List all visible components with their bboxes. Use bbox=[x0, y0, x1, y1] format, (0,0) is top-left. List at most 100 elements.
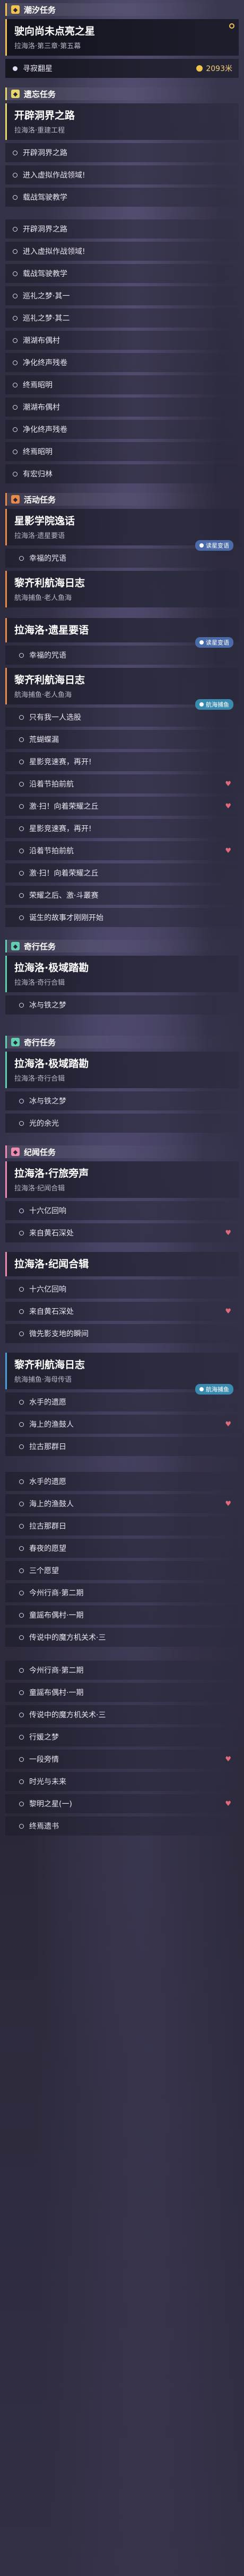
step-label: 幸福的咒语 bbox=[29, 651, 66, 660]
quest-card[interactable]: 黎齐利航海日志 航海捕鱼·老人鱼海 航海捕鱼 bbox=[5, 668, 239, 710]
quest-card[interactable]: 开辟洞界之路 拉海洛·重建工程 bbox=[5, 103, 239, 140]
step-label: 水手的遗愿 bbox=[29, 1478, 66, 1486]
quest-step[interactable]: 微先影支地的瞬间 bbox=[5, 1324, 239, 1343]
section-header[interactable]: ◆ 活动任务 bbox=[5, 493, 239, 506]
step-bullet-icon bbox=[19, 1690, 24, 1695]
quest-step[interactable]: 载战驾驶教学 bbox=[5, 188, 239, 207]
step-bullet-icon bbox=[13, 360, 18, 365]
section-header[interactable]: ◆ 奇行任务 bbox=[5, 940, 239, 952]
quest-step[interactable]: 只有我一人选股 bbox=[5, 708, 239, 727]
quest-step[interactable]: 潮湖布偶村 bbox=[5, 331, 239, 350]
quest-tag-badge: 读星变语 bbox=[195, 540, 233, 551]
quest-step[interactable]: 行媛之梦 bbox=[5, 1727, 239, 1746]
quest-step[interactable]: 春夜的愿望 bbox=[5, 1539, 239, 1558]
step-bullet-icon bbox=[19, 870, 24, 876]
tracked-pin-icon bbox=[229, 23, 234, 29]
quest-card[interactable]: 驶向尚未点亮之星 拉海洛·第三章·第五幕 bbox=[5, 19, 239, 56]
step-bullet-icon bbox=[19, 652, 24, 658]
quest-step[interactable]: 传说中的魔方机关术·三 bbox=[5, 1628, 239, 1647]
quest-step[interactable]: 今州行商·第二期 bbox=[5, 1661, 239, 1680]
quest-step[interactable]: 冰与铁之梦 bbox=[5, 1091, 239, 1110]
quest-step[interactable]: 水手的遗愿 bbox=[5, 1392, 239, 1411]
quest-step[interactable]: 拉古那群日 bbox=[5, 1516, 239, 1536]
step-label: 荒蝴蝶漏 bbox=[29, 736, 59, 744]
quest-card[interactable]: 拉海洛·行旅旁声 拉海洛·纪闻合辑 bbox=[5, 1161, 239, 1198]
quest-step[interactable]: 激·扫！向着荣耀之丘 bbox=[5, 863, 239, 883]
quest-step[interactable]: 终焉遗书 bbox=[5, 1816, 239, 1836]
quest-step[interactable]: 净化终声残卷 bbox=[5, 353, 239, 372]
quest-card[interactable]: 拉海洛·极域踏勘 拉海洛·奇行合辑 bbox=[5, 1052, 239, 1088]
quest-step[interactable]: 进入虚拟作战领域! bbox=[5, 165, 239, 184]
section-header[interactable]: ◆ 遗忘任务 bbox=[5, 87, 239, 100]
quest-title: 黎齐利航海日志 bbox=[14, 674, 85, 686]
quest-step[interactable]: 今州行商·第二期 bbox=[5, 1583, 239, 1602]
quest-step[interactable]: 来自黄石深处 ♥ bbox=[5, 1223, 239, 1242]
quest-step[interactable]: 拉古那群日 bbox=[5, 1437, 239, 1456]
quest-step[interactable]: 传说中的魔方机关术·三 bbox=[5, 1705, 239, 1724]
section-header[interactable]: ◆ 潮汐任务 bbox=[5, 3, 239, 16]
quest-step[interactable]: 十六亿回响 bbox=[5, 1201, 239, 1220]
step-bullet-icon bbox=[13, 449, 18, 454]
quest-card[interactable]: 黎齐利航海日志 航海捕鱼·海母传语 航海捕鱼 bbox=[5, 1353, 239, 1395]
tag-label: 航海捕鱼 bbox=[206, 1386, 229, 1393]
quest-step[interactable]: 终焉昭明 bbox=[5, 375, 239, 394]
quest-step[interactable]: 潮湖布偶村 bbox=[5, 398, 239, 417]
quest-step[interactable]: 星影竞速赛，再开! bbox=[5, 819, 239, 838]
quest-section: 拉海洛·纪闻合辑十六亿回响来自黄石深处 ♥ 微先影支地的瞬间 bbox=[5, 1252, 239, 1343]
quest-step[interactable]: 沿着节拍前航 ♥ bbox=[5, 774, 239, 793]
quest-step[interactable]: 冰与铁之梦 bbox=[5, 995, 239, 1014]
quest-card[interactable]: 拉海洛·遗星要语 读星变语 bbox=[5, 618, 239, 648]
quest-title: 开辟洞界之路 bbox=[14, 110, 75, 121]
quest-step[interactable]: 海上的渔鼓人 ♥ bbox=[5, 1494, 239, 1513]
section-header[interactable]: ◆ 奇行任务 bbox=[5, 1036, 239, 1048]
step-bullet-icon bbox=[19, 1501, 24, 1506]
quest-step[interactable]: 水手的遗愿 bbox=[5, 1472, 239, 1491]
quest-card[interactable]: 拉海洛·纪闻合辑 bbox=[5, 1252, 239, 1276]
quest-step[interactable]: 幸福的咒语 bbox=[5, 646, 239, 665]
quest-step[interactable]: 时光与未来 bbox=[5, 1772, 239, 1791]
quest-section: ◆ 纪闻任务拉海洛·行旅旁声 拉海洛·纪闻合辑十六亿回响来自黄石深处 ♥ bbox=[5, 1145, 239, 1242]
quest-step[interactable]: 有宏归林 bbox=[5, 464, 239, 483]
quest-step[interactable]: 星影竞速赛，再开! bbox=[5, 752, 239, 771]
step-label: 来自黄石深处 bbox=[29, 1308, 74, 1316]
quest-step[interactable]: 童謡布偶村·一期 bbox=[5, 1683, 239, 1702]
quest-step[interactable]: 黎明之星(一) ♥ bbox=[5, 1794, 239, 1813]
quest-title: 星影学院逸话 bbox=[14, 515, 75, 527]
quest-step[interactable]: 荒蝴蝶漏 bbox=[5, 730, 239, 749]
quest-step[interactable]: 十六亿回响 bbox=[5, 1280, 239, 1299]
step-bullet-icon bbox=[13, 293, 18, 298]
quest-step[interactable]: 来自黄石深处 ♥ bbox=[5, 1302, 239, 1321]
quest-card[interactable]: 星影学院逸话 拉海洛·遗星要语 读星变语 bbox=[5, 509, 239, 551]
quest-step[interactable]: 载战驾驶教学 bbox=[5, 264, 239, 283]
quest-step[interactable]: 寻寂翻星 2093米 bbox=[5, 59, 239, 78]
favorite-icon: ♥ bbox=[225, 1799, 231, 1808]
quest-step[interactable]: 巡礼之梦·其一 bbox=[5, 286, 239, 305]
quest-step[interactable]: 净化终声残卷 bbox=[5, 420, 239, 439]
quest-step[interactable]: 童謡布偶村·一期 bbox=[5, 1605, 239, 1625]
section-header[interactable]: ◆ 纪闻任务 bbox=[5, 1145, 239, 1158]
quest-card[interactable]: 拉海洛·极域踏勘 拉海洛·奇行合辑 bbox=[5, 956, 239, 992]
quest-step[interactable]: 幸福的咒语 bbox=[5, 549, 239, 568]
quest-step[interactable]: 一段旁情 ♥ bbox=[5, 1750, 239, 1769]
quest-step[interactable]: 沿着节拍前航 ♥ bbox=[5, 841, 239, 860]
quest-step[interactable]: 三个愿望 bbox=[5, 1561, 239, 1580]
step-label: 激·扫！向着荣耀之丘 bbox=[29, 869, 99, 878]
quest-step[interactable]: 开辟洞界之路 bbox=[5, 143, 239, 162]
quest-step[interactable]: 进入虚拟作战领域! bbox=[5, 242, 239, 261]
quest-step[interactable]: 开辟洞界之路 bbox=[5, 219, 239, 239]
step-label: 载战驾驶教学 bbox=[23, 270, 67, 278]
step-label: 三个愿望 bbox=[29, 1567, 59, 1575]
quest-card[interactable]: 黎齐利航海日志 航海捕鱼·老人鱼海 bbox=[5, 571, 239, 607]
step-label: 进入虚拟作战领域! bbox=[23, 248, 85, 256]
quest-title: 黎齐利航海日志 bbox=[14, 1359, 85, 1371]
quest-step[interactable]: 激·扫！向着荣耀之丘 ♥ bbox=[5, 797, 239, 816]
quest-step[interactable]: 巡礼之梦·其二 bbox=[5, 308, 239, 328]
quest-step[interactable]: 光的余光 bbox=[5, 1114, 239, 1133]
step-label: 净化终声残卷 bbox=[23, 426, 67, 434]
tag-dot-icon bbox=[199, 702, 204, 707]
quest-step[interactable]: 终焉昭明 bbox=[5, 442, 239, 461]
quest-step[interactable]: 诞生的故事才刚刚开始 bbox=[5, 908, 239, 927]
quest-section: ◆ 奇行任务拉海洛·极域踏勘 拉海洛·奇行合辑冰与铁之梦 bbox=[5, 940, 239, 1014]
quest-step[interactable]: 海上的渔鼓人 ♥ bbox=[5, 1415, 239, 1434]
quest-step[interactable]: 荣耀之后、激·斗叢赛 bbox=[5, 886, 239, 905]
